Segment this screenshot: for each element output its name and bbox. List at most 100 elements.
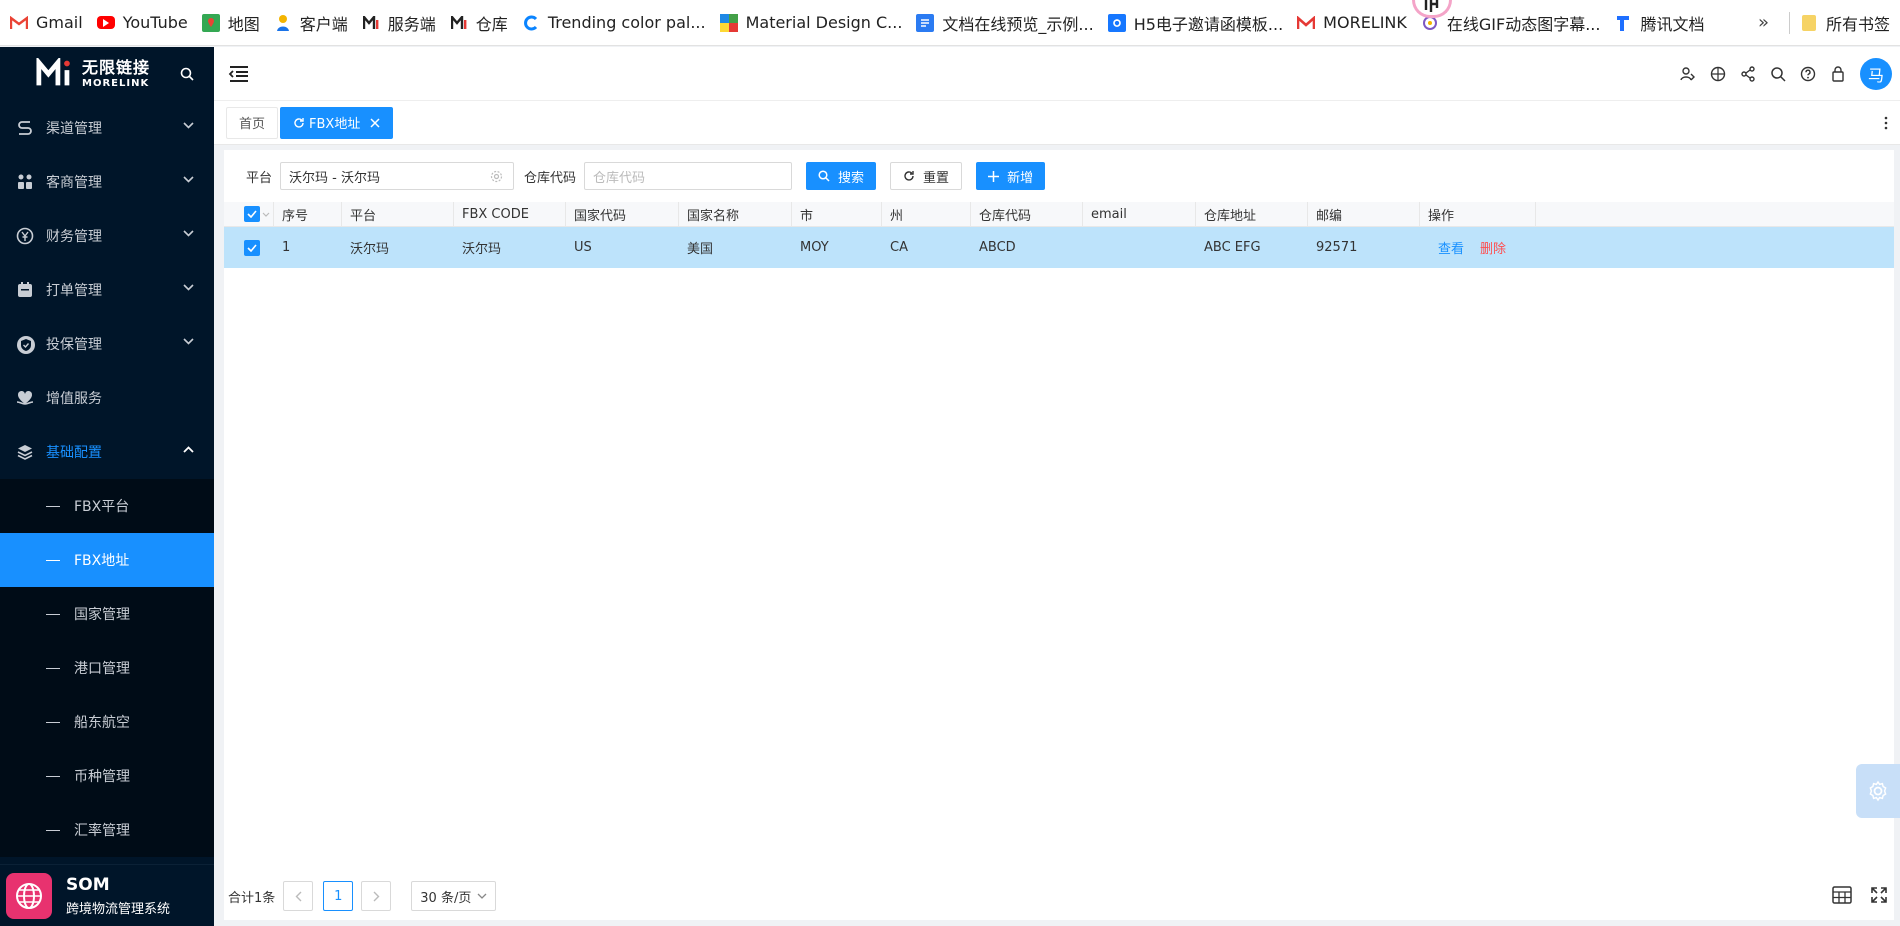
gmail-icon <box>10 14 28 32</box>
close-icon[interactable] <box>370 117 380 128</box>
table-columns-icon[interactable] <box>1832 886 1852 904</box>
sidebar-subitem-label: FBX地址 <box>74 553 130 569</box>
search-icon[interactable] <box>180 67 194 81</box>
bookmark-warehouse[interactable]: 仓库 <box>446 8 518 38</box>
material-icon <box>719 13 738 32</box>
user-switch-icon[interactable] <box>1680 66 1696 82</box>
search-icon <box>818 170 838 182</box>
bookmarks-more-button[interactable]: » <box>1744 12 1783 33</box>
sidebar-subitem-fbx-address[interactable]: FBX地址 <box>0 533 214 587</box>
chevron-down-icon <box>183 122 194 129</box>
column-header[interactable]: 州 <box>882 202 971 226</box>
column-header[interactable]: 国家名称 <box>679 202 792 226</box>
sidebar-subitem-exchange-rate[interactable]: 汇率管理 <box>0 803 214 857</box>
sidebar-subitem-port[interactable]: 港口管理 <box>0 641 214 695</box>
sidebar-subitem-fbx-platform[interactable]: FBX平台 <box>0 479 214 533</box>
plus-icon <box>988 170 1007 182</box>
row-checkbox[interactable] <box>244 239 260 256</box>
sidebar-item-channel[interactable]: 渠道管理 <box>0 101 214 155</box>
reset-button[interactable]: 重置 <box>890 162 963 190</box>
column-header: 操作 <box>1420 202 1536 226</box>
column-header[interactable]: email <box>1083 202 1196 226</box>
bookmarks-bar: Gmail YouTube 地图 客户端 服务端 仓库 Trending col… <box>0 0 1900 46</box>
select-all-checkbox[interactable] <box>244 206 260 222</box>
bookmark-morelink[interactable]: MORELINK <box>1293 8 1417 38</box>
column-header[interactable]: 仓库代码 <box>971 202 1083 226</box>
menu-fold-icon[interactable] <box>228 65 250 83</box>
avatar[interactable]: 马 <box>1860 57 1892 90</box>
bookmark-label: Trending color pal... <box>547 13 706 32</box>
column-header[interactable]: 序号 <box>274 202 342 226</box>
add-button[interactable]: 新增 <box>976 162 1046 190</box>
sidebar-item-insurance[interactable]: 投保管理 <box>0 317 214 371</box>
bookmark-folder-all[interactable]: 所有书签 <box>1796 8 1900 38</box>
bookmark-label: 服务端 <box>387 14 436 34</box>
settings-gear-icon[interactable] <box>1856 764 1900 818</box>
morelink-icon <box>362 14 380 32</box>
bookmark-doc-preview[interactable]: 文档在线预览_示例... <box>912 8 1103 38</box>
column-header[interactable]: 国家代码 <box>566 202 679 226</box>
sidebar-item-merchant[interactable]: 客商管理 <box>0 155 214 209</box>
search-icon[interactable] <box>1770 66 1786 82</box>
sidebar-item-print-order[interactable]: 打单管理 <box>0 263 214 317</box>
table-row[interactable]: 1 沃尔玛 沃尔玛 US 美国 MOY CA ABCD ABC EFG 9257… <box>224 227 1894 268</box>
page-number-button[interactable]: 1 <box>323 881 354 911</box>
lock-icon[interactable] <box>1830 65 1846 82</box>
column-header[interactable]: 市 <box>792 202 882 226</box>
platform-select[interactable]: 沃尔玛 - 沃尔玛 <box>280 162 515 190</box>
bookmark-gmail[interactable]: Gmail <box>6 8 93 38</box>
fullscreen-icon[interactable] <box>1870 886 1888 904</box>
sidebar-item-label: 打单管理 <box>46 283 102 299</box>
next-page-button[interactable] <box>361 881 392 911</box>
youtube-icon <box>96 16 115 29</box>
sidebar-menu: 渠道管理 客商管理 财务管理 打单管理 投保管理 增值服务 基础配置 <box>0 101 214 479</box>
delete-link[interactable]: 删除 <box>1480 238 1506 257</box>
sidebar-subitem-label: FBX平台 <box>74 499 130 515</box>
prev-page-button[interactable] <box>283 881 314 911</box>
sidebar-item-label: 财务管理 <box>46 229 102 245</box>
column-header[interactable]: 邮编 <box>1308 202 1420 226</box>
sidebar-item-basic-config[interactable]: 基础配置 <box>0 425 214 479</box>
data-table: 序号 平台 FBX CODE 国家代码 国家名称 市 州 仓库代码 email … <box>224 202 1894 268</box>
sidebar-item-finance[interactable]: 财务管理 <box>0 209 214 263</box>
help-icon[interactable] <box>1800 66 1816 82</box>
warehouse-code-input[interactable]: 仓库代码 <box>584 162 793 190</box>
sidebar-footer: SOM 跨境物流管理系统 <box>0 864 214 926</box>
bookmark-label: MORELINK <box>1323 13 1407 32</box>
insurance-icon <box>16 335 35 354</box>
pagination: 合计1条 1 30 条/页 <box>228 880 497 912</box>
column-header[interactable]: 平台 <box>342 202 454 226</box>
bookmark-client[interactable]: 客户端 <box>270 8 358 38</box>
sidebar-subitem-currency[interactable]: 币种管理 <box>0 749 214 803</box>
chevron-down-icon <box>183 176 194 183</box>
translate-icon[interactable] <box>1710 66 1726 82</box>
bookmark-tencent-doc[interactable]: 腾讯文档 <box>1610 8 1714 38</box>
tab-home[interactable]: 首页 <box>226 106 279 139</box>
chevron-down-icon[interactable] <box>262 212 270 217</box>
sidebar-subitem-country[interactable]: 国家管理 <box>0 587 214 641</box>
column-header[interactable]: FBX CODE <box>454 202 566 226</box>
bookmark-coolors[interactable]: Trending color pal... <box>518 8 716 38</box>
bookmark-youtube[interactable]: YouTube <box>93 8 198 38</box>
column-header[interactable]: 仓库地址 <box>1196 202 1308 226</box>
sidebar-item-value-added[interactable]: 增值服务 <box>0 371 214 425</box>
bookmark-maps[interactable]: 地图 <box>198 8 270 38</box>
search-button[interactable]: 搜索 <box>806 162 877 190</box>
view-link[interactable]: 查看 <box>1438 238 1464 257</box>
bookmark-server[interactable]: 服务端 <box>358 8 446 38</box>
doc-icon <box>916 13 935 32</box>
table-cell-index: 1 <box>282 240 291 255</box>
bookmark-h5-invite[interactable]: H5电子邀请函模板... <box>1104 8 1293 38</box>
table-cell-warehouse-code: ABCD <box>979 240 1016 255</box>
yen-icon <box>16 227 34 245</box>
gear-icon <box>490 170 503 183</box>
refresh-icon[interactable] <box>293 117 305 129</box>
sidebar-subitem-carrier[interactable]: 船东航空 <box>0 695 214 749</box>
page-size-select[interactable]: 30 条/页 <box>411 881 497 911</box>
share-icon[interactable] <box>1740 65 1756 82</box>
more-vertical-icon[interactable] <box>1884 116 1888 130</box>
tencent-doc-icon <box>1614 14 1632 32</box>
page-size-value: 30 条/页 <box>420 890 472 906</box>
bookmark-material[interactable]: Material Design C... <box>716 8 913 38</box>
tab-fbx-address[interactable]: FBX地址 <box>280 106 394 139</box>
